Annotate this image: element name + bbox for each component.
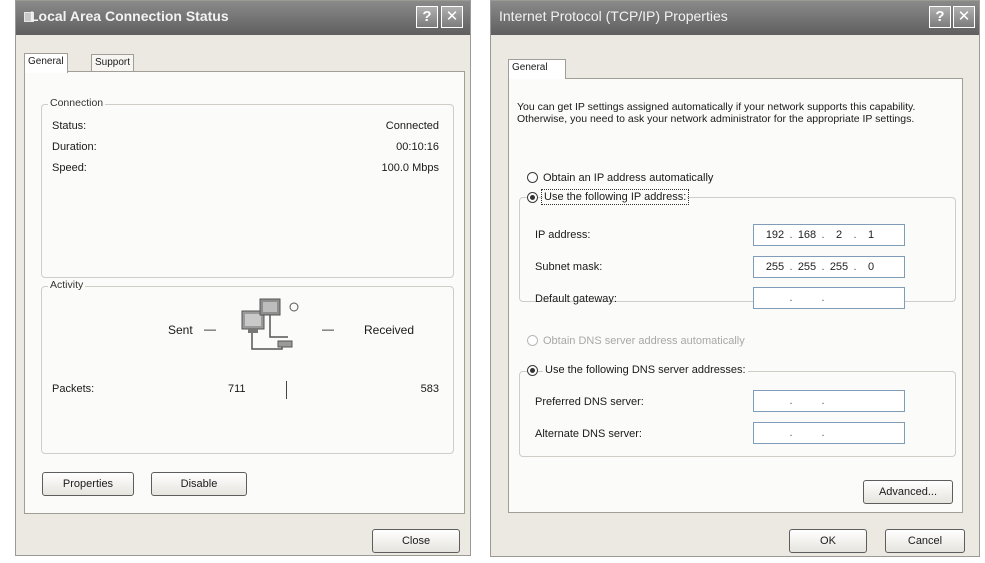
default-gateway-field[interactable]: ..	[753, 287, 905, 309]
subnet-mask-field[interactable]: 255. 255. 255. 0	[753, 256, 905, 278]
tcpip-properties-window: Internet Protocol (TCP/IP) Properties ? …	[490, 0, 980, 557]
properties-button[interactable]: Properties	[42, 472, 134, 496]
packets-label: Packets:	[52, 383, 95, 395]
ok-button[interactable]: OK	[789, 529, 867, 553]
general-panel: Connection Status: Connected Duration: 0…	[24, 71, 465, 514]
obtain-dns-auto-label[interactable]: Obtain DNS server address automatically	[543, 335, 745, 347]
sent-dash: —	[204, 322, 216, 336]
preferred-dns-label: Preferred DNS server:	[535, 396, 644, 408]
disable-button[interactable]: Disable	[151, 472, 247, 496]
help-button[interactable]: ?	[416, 6, 438, 28]
received-label: Received	[364, 323, 415, 337]
cancel-button[interactable]: Cancel	[885, 529, 965, 553]
dns-group	[519, 371, 956, 457]
connection-group: Connection Status: Connected Duration: 0…	[41, 97, 454, 278]
obtain-ip-auto-radio[interactable]	[527, 172, 538, 183]
activity-group: Activity Sent — — Received Packets: 711 …	[41, 279, 454, 454]
default-gateway-label: Default gateway:	[535, 293, 617, 305]
title-bar[interactable]: Local Area Connection Status ? ✕	[16, 1, 470, 35]
received-dash: —	[322, 322, 334, 336]
advanced-button[interactable]: Advanced...	[863, 480, 953, 504]
activity-group-label: Activity	[48, 279, 86, 291]
tab-general[interactable]: General	[508, 59, 566, 79]
packets-divider	[286, 381, 287, 399]
duration-value: 00:10:16	[396, 141, 439, 153]
close-icon[interactable]: ✕	[441, 6, 463, 28]
close-button[interactable]: Close	[372, 529, 460, 553]
use-following-dns-label[interactable]: Use the following DNS server addresses:	[543, 364, 748, 376]
general-panel: You can get IP settings assigned automat…	[508, 78, 963, 513]
status-value: Connected	[385, 120, 439, 132]
use-following-ip-radio[interactable]	[527, 192, 538, 203]
ip-address-field[interactable]: 192. 168. 2. 1	[753, 224, 905, 246]
use-following-dns-radio[interactable]	[527, 365, 538, 376]
description-text: You can get IP settings assigned automat…	[517, 101, 916, 125]
help-button[interactable]: ?	[929, 6, 951, 28]
window-title: Internet Protocol (TCP/IP) Properties	[499, 8, 728, 24]
speed-value: 100.0 Mbps	[381, 162, 439, 174]
obtain-ip-auto-label[interactable]: Obtain an IP address automatically	[543, 172, 713, 184]
network-computers-icon	[238, 297, 310, 364]
subnet-mask-label: Subnet mask:	[535, 261, 603, 273]
use-following-ip-label[interactable]: Use the following IP address:	[540, 189, 690, 205]
title-bar[interactable]: Internet Protocol (TCP/IP) Properties ? …	[491, 1, 979, 35]
alternate-dns-field[interactable]: ..	[753, 422, 905, 444]
preferred-dns-field[interactable]: ..	[753, 390, 905, 412]
status-label: Status:	[52, 120, 87, 132]
packets-received-value: 583	[420, 383, 439, 395]
connection-group-label: Connection	[48, 97, 106, 109]
tab-support[interactable]: Support	[91, 54, 135, 72]
window-title: Local Area Connection Status	[30, 8, 229, 24]
close-icon[interactable]: ✕	[953, 6, 975, 28]
alternate-dns-label: Alternate DNS server:	[535, 428, 642, 440]
obtain-dns-auto-radio[interactable]	[527, 335, 538, 346]
speed-label: Speed:	[52, 162, 87, 174]
local-area-connection-status-window: Local Area Connection Status ? ✕ General…	[15, 0, 471, 556]
packets-sent-value: 711	[228, 383, 246, 395]
ip-address-label: IP address:	[535, 229, 591, 241]
duration-label: Duration:	[52, 141, 97, 153]
sent-label: Sent	[168, 323, 193, 337]
tab-general[interactable]: General	[24, 53, 68, 73]
